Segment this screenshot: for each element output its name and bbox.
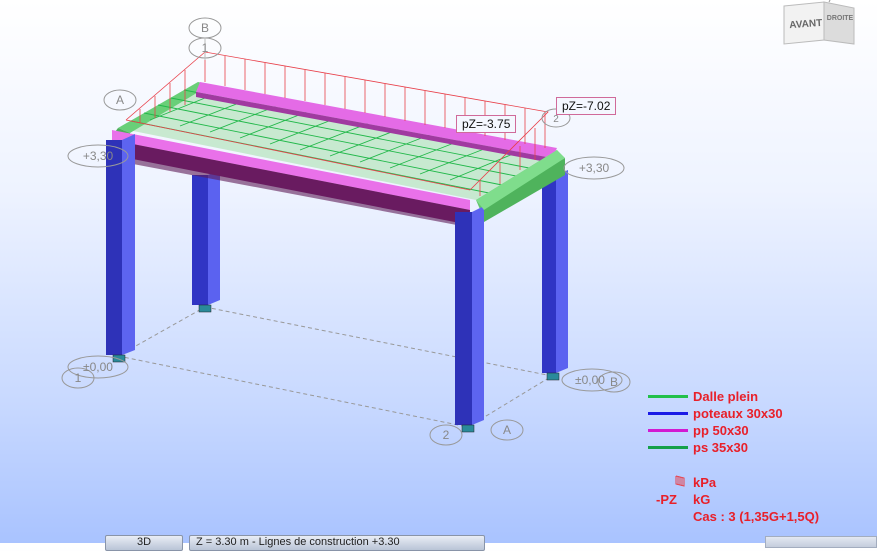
legend-item-dalle: Dalle plein [648,388,873,405]
force-unit: kG [693,492,711,507]
level-label-left-top: +3,30 [83,149,114,163]
column-back-right[interactable] [542,170,568,381]
level-label-right-top: +3,30 [579,161,610,175]
force-key: -PZ [656,492,677,507]
legend-label: Dalle plein [693,389,759,404]
level-label-right-bottom: ±0,00 [575,373,605,387]
grid-label-1-top: 1 [202,41,209,55]
legend-item-pp: pp 50x30 [648,422,873,439]
load-unit: kPa [693,475,717,490]
legend-swatch [648,412,688,415]
legend-item-ps: ps 35x30 [648,439,873,456]
legend-swatch [648,429,688,432]
load-pattern-icon [656,474,693,491]
legend-label: pp 50x30 [693,423,749,438]
grid-label-a-left: A [116,93,124,107]
load-units-panel: kPa -PZ kG Cas : 3 (1,35G+1,5Q) [656,474,819,525]
column-back-left[interactable] [192,170,220,313]
load-case-label: Cas : 3 (1,35G+1,5Q) [693,509,820,524]
pz-annotation-left: pZ=-3.75 [456,115,517,133]
viewcube-right-label: DROITE [827,15,854,22]
grid-label-a-bottom: A [503,423,511,437]
tab-3d[interactable]: 3D [105,535,183,551]
grid-label-b-top: B [201,21,209,35]
structure-3d-viewport[interactable]: B 1 A +3,30 +3,30 ±0,00 1 ±0,00 B 2 A 2 [0,0,877,543]
view-cube[interactable]: AVANT DROITE [780,0,860,55]
legend-swatch [648,446,688,449]
legend: Dalle plein poteaux 30x30 pp 50x30 ps 35… [648,388,873,456]
corner-control-button[interactable] [765,536,877,548]
ground-grid-outline [117,306,553,428]
grid-label-2-top: 2 [553,114,559,125]
column-front-right[interactable] [455,206,484,433]
pz-annotation-right: pZ=-7.02 [556,97,617,115]
grid-label-1-bottom: 1 [75,371,82,385]
tab-level-view[interactable]: Z = 3.30 m - Lignes de construction +3.3… [189,535,485,551]
legend-swatch [648,395,688,398]
level-label-left-bottom: ±0,00 [83,360,113,374]
viewcube-front-label: AVANT [789,18,823,31]
legend-label: ps 35x30 [693,440,748,455]
legend-item-poteaux: poteaux 30x30 [648,405,873,422]
column-front-left[interactable] [106,134,135,363]
grid-label-2-bottom: 2 [443,428,450,442]
view-tabs: 3D Z = 3.30 m - Lignes de construction +… [105,535,485,551]
grid-label-b-right: B [610,375,618,389]
legend-label: poteaux 30x30 [693,406,783,421]
